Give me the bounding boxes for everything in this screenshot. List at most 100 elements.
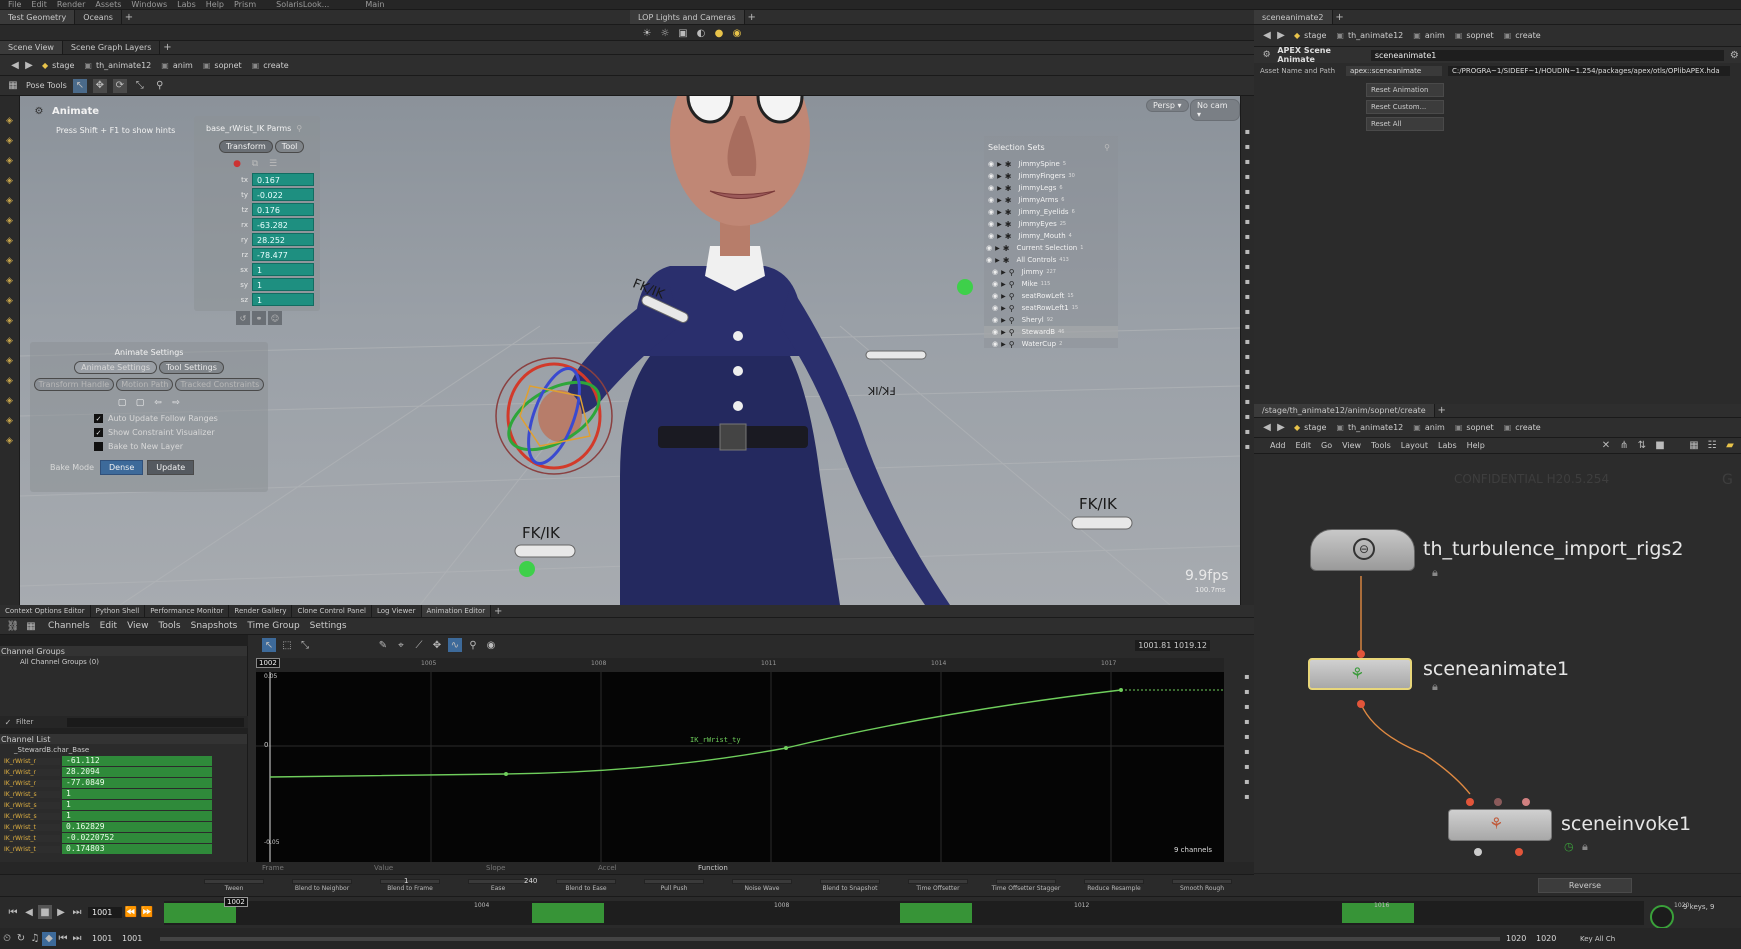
sun-light-icon[interactable]: ☀ [640,26,654,40]
menu-assets[interactable]: Assets [95,0,121,9]
range-end[interactable]: 1020 [1506,934,1536,943]
back-icon[interactable]: ◀ [1260,421,1274,435]
visibility-icon[interactable]: ◉ [988,232,994,240]
menu-go[interactable]: Go [1321,441,1332,450]
prev-icon[interactable]: ⏮ [56,932,70,946]
display-option-icon[interactable]: ▪ [1243,291,1253,301]
key-range[interactable] [900,903,972,923]
keyframe-icon[interactable]: ◆ [42,931,56,946]
blend-tool[interactable]: Blend to Snapshot [806,879,894,892]
tab-motion-path[interactable]: Motion Path [116,378,174,391]
tab-tracked-constraints[interactable]: Tracked Constraints [175,378,265,391]
display-option-icon[interactable]: ▪ [1243,351,1253,361]
play-icon[interactable]: ▶ [54,905,68,919]
channel-value[interactable]: 1 [62,800,212,810]
menu-snapshots[interactable]: Snapshots [191,621,238,631]
expand-icon[interactable]: ▶ [997,221,1002,228]
network-editor[interactable]: CONFIDENTIAL H20.5.254 G ⊖ th_turbulence… [1254,454,1741,873]
tab-network-path[interactable]: /stage/th_animate12/anim/sopnet/create [1254,404,1435,417]
visibility-icon[interactable]: ◉ [992,292,998,300]
reverse-button[interactable]: Reverse [1538,878,1632,893]
menu-add[interactable]: Add [1270,441,1286,450]
display-option-icon[interactable]: ▪ [1243,171,1253,181]
visibility-icon[interactable]: ◉ [992,280,998,288]
back-icon[interactable]: ◀ [8,58,22,72]
menu-view[interactable]: View [127,621,148,631]
checkbox-row[interactable]: Bake to New Layer [94,442,268,451]
menu-channels[interactable]: Channels [48,621,90,631]
blend-tool[interactable]: Pull Push [630,879,718,892]
tab-animate-settings[interactable]: Animate Settings [74,361,157,374]
display-option-icon[interactable]: ▪ [1243,426,1253,436]
audio-icon[interactable]: ♫ [28,932,42,946]
menu-view[interactable]: View [1342,441,1361,450]
display-option-icon[interactable]: ▪ [1243,186,1253,196]
camera-icon[interactable]: ▣ [676,26,690,40]
menu-edit[interactable]: Edit [1296,441,1312,450]
add-tab-icon[interactable]: + [1435,404,1449,418]
prev-key-icon[interactable]: ⏪ [124,905,138,919]
display-option-icon[interactable]: ▪ [1243,201,1253,211]
asset-type-select[interactable]: apex::sceneanimate [1346,66,1442,76]
lock-icon[interactable]: 🔒︎ [1432,566,1438,580]
display-option-icon[interactable]: ▪ [1243,246,1253,256]
expand-icon[interactable]: ▶ [1001,269,1006,276]
menu-time-group[interactable]: Time Group [247,621,299,631]
next-key-icon[interactable]: ⏩ [140,905,154,919]
menu-labs[interactable]: Labs [1438,441,1457,450]
doc-icon[interactable]: ▢ [133,396,147,410]
person-icon[interactable]: ☺ [268,311,282,325]
add-tab-icon[interactable]: + [122,10,136,24]
parm-field-ry[interactable]: 28.252 [252,233,314,246]
node-import-rigs[interactable]: ⊖ [1310,529,1415,571]
expand-icon[interactable]: ▶ [997,233,1002,240]
tab-python-shell[interactable]: Python Shell [91,605,146,617]
rig-icon[interactable]: ◈ [3,374,17,388]
blend-tool[interactable]: Reduce Resample [1070,879,1158,892]
checkbox[interactable] [94,442,103,451]
display-option-icon[interactable]: ▪ [1243,336,1253,346]
channel-row[interactable]: IK_rWrist_s 1 [4,811,247,822]
display-option-icon[interactable]: ▪ [1243,276,1253,286]
square-icon[interactable]: ■ [1653,439,1667,453]
selection-set-item[interactable]: ◉ ▶ ✱ JimmyArms 6 [984,194,1118,206]
blend-slider[interactable] [732,879,792,884]
selection-set-item[interactable]: ◉ ▶ ⚲ Mike 115 [984,278,1118,290]
desktop-selector[interactable]: SolarisLook... [276,0,329,9]
display-option-icon[interactable]: ▪ [1243,231,1253,241]
node-sceneinvoke[interactable]: ⚘ [1448,809,1552,841]
breadcrumb-anim[interactable]: ▣ anim [161,61,193,70]
channel-group-item[interactable]: All Channel Groups (0) [0,656,247,666]
channel-list-root[interactable]: _StewardB.char_Base [0,744,247,754]
breadcrumb-anim[interactable]: ▣ anim [1413,423,1445,432]
tangent-icon[interactable]: ⟋ [412,638,426,652]
parm-field-tz[interactable]: 0.176 [252,203,314,216]
checkbox-row[interactable]: ✓ Show Constraint Visualizer [94,428,268,437]
auto-key-icon[interactable] [1650,905,1674,929]
parm-field-sz[interactable]: 1 [252,293,314,306]
step-back-icon[interactable]: ◀ [22,905,36,919]
tab-transform[interactable]: Transform [219,140,273,153]
visibility-icon[interactable]: ◉ [992,328,998,336]
expand-icon[interactable]: ▶ [997,209,1002,216]
select-icon[interactable]: ↖ [262,638,276,652]
visibility-icon[interactable]: ◉ [992,304,998,312]
visibility-icon[interactable]: ◉ [988,220,994,228]
selection-set-item[interactable]: ◉ ▶ ⚲ StewardB 46 [984,326,1118,338]
tab-log-viewer[interactable]: Log Viewer [372,605,422,617]
graph-ruler[interactable]: 1002 1005 1008 1011 1014 1017 [256,658,1224,672]
pose-icon[interactable]: ◈ [3,134,17,148]
display-option-icon[interactable]: ▪ [1243,321,1253,331]
key-field-frame[interactable]: Frame [262,864,374,872]
box-select-icon[interactable]: ⬚ [280,638,294,652]
blend-slider[interactable] [556,879,616,884]
expand-icon[interactable]: ▶ [1001,305,1006,312]
channel-row[interactable]: IK_rWrist_r -61.112 [4,756,247,767]
current-frame-field[interactable]: 1001 [88,906,122,918]
breadcrumb-th_animate12[interactable]: ▣ th_animate12 [1336,31,1403,40]
graph-tool-icon[interactable]: ▪ [1242,671,1252,681]
camera-icon[interactable]: ◈ [3,214,17,228]
add-tab-icon[interactable]: + [491,604,505,618]
button-reset-all[interactable]: Reset All [1366,117,1444,131]
key-all-channels[interactable]: Key All Ch [1580,935,1615,943]
